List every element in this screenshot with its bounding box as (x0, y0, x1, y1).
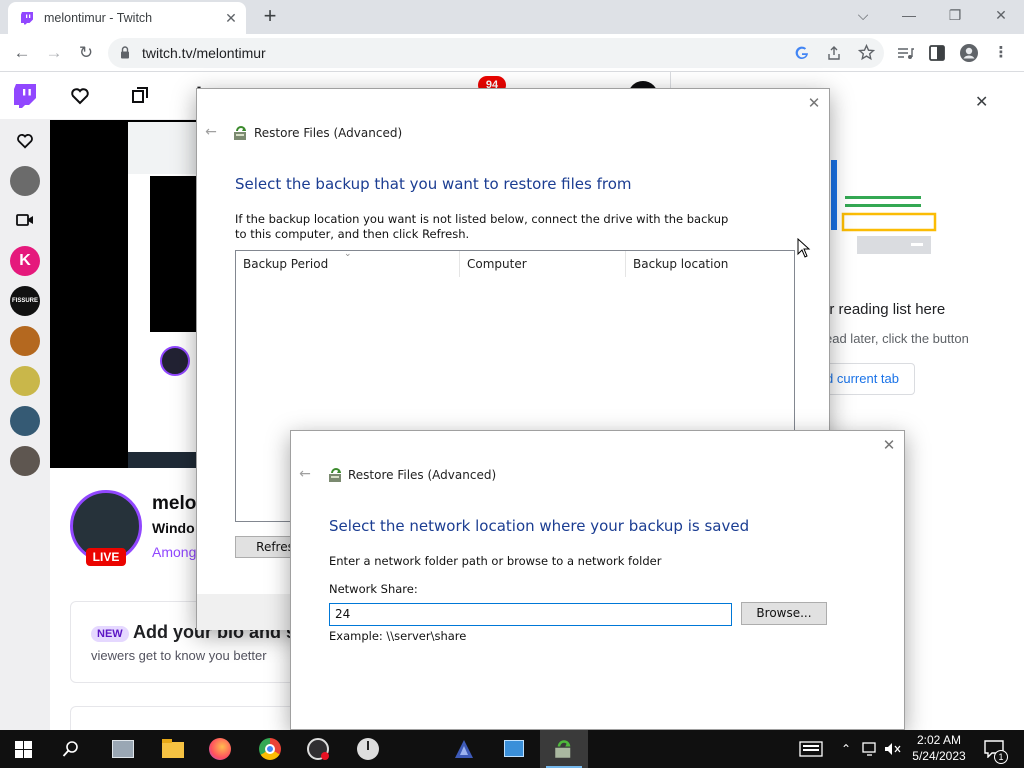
browse-button[interactable]: Browse... (741, 602, 827, 625)
twitch-logo-icon[interactable] (13, 83, 37, 109)
bookmark-star-icon[interactable] (858, 44, 875, 61)
stream-category-link[interactable]: Among (152, 544, 196, 560)
taskbar-app-backup-icon[interactable] (540, 730, 588, 768)
start-windows-icon[interactable] (15, 741, 32, 758)
sidebar-video-icon[interactable] (16, 212, 34, 228)
channel-avatar[interactable]: FISSURE (10, 286, 40, 316)
search-icon[interactable] (62, 740, 80, 758)
profile-avatar-icon[interactable] (958, 42, 980, 64)
taskbar-app-obs-icon[interactable] (294, 730, 342, 768)
tab-search-icon[interactable]: ⌵ (840, 0, 886, 30)
reading-list-title: ur reading list here (821, 301, 946, 318)
taskbar-app-firefox-icon[interactable] (196, 730, 244, 768)
keyboard-icon[interactable] (799, 741, 823, 757)
dialog-close-icon[interactable]: ✕ (878, 434, 900, 456)
address-bar[interactable]: twitch.tv/melontimur (108, 38, 884, 68)
reading-list-description: ead later, click the button (825, 331, 969, 346)
channel-avatar[interactable]: K (10, 246, 40, 276)
dialog-instruction: Enter a network folder path or browse to… (329, 554, 662, 568)
channel-avatar[interactable] (10, 166, 40, 196)
sort-chevron-icon: ⌄ (344, 249, 352, 259)
taskbar-app-triangle-icon[interactable] (440, 730, 488, 768)
google-lens-icon[interactable] (794, 45, 810, 61)
browser-tab[interactable]: melontimur - Twitch ✕ (8, 2, 246, 34)
sidebar-heart-icon[interactable] (16, 132, 34, 150)
taskbar-app-control-panel-icon[interactable] (490, 730, 538, 768)
stream-title: Windo (152, 520, 195, 536)
dialog-heading: Select the backup that you want to resto… (235, 175, 632, 193)
reload-icon[interactable]: ↻ (73, 41, 99, 65)
dialog-title: Restore Files (Advanced) (254, 126, 403, 140)
tab-close-icon[interactable]: ✕ (222, 9, 240, 27)
network-share-label: Network Share: (329, 582, 418, 596)
dialog-title: Restore Files (Advanced) (348, 468, 497, 482)
dialog-heading: Select the network location where your b… (329, 517, 750, 535)
tab-strip: melontimur - Twitch ✕ + ⌵ — ❐ ✕ (0, 0, 1024, 34)
taskbar-app-explorer-icon[interactable] (98, 730, 146, 768)
dialog-back-icon[interactable]: ← (201, 122, 221, 142)
side-panel-icon[interactable] (926, 42, 948, 64)
back-arrow-icon[interactable]: ← (9, 41, 35, 65)
live-badge: LIVE (86, 548, 126, 566)
browser-toolbar: ← → ↻ twitch.tv/melontimur ⋮ (0, 34, 1024, 72)
dialog-back-icon[interactable]: ← (295, 464, 315, 484)
following-heart-icon[interactable] (70, 86, 90, 106)
taskbar-date[interactable]: 5/24/2023 (906, 749, 972, 763)
taskbar-time[interactable]: 2:02 AM (906, 733, 972, 747)
taskbar: ⌃ 2:02 AM 5/24/2023 1 (0, 730, 1024, 768)
network-icon[interactable] (862, 742, 880, 756)
dialog-instruction: If the backup location you want is not l… (235, 212, 729, 241)
notification-count-badge: 1 (994, 750, 1008, 764)
reading-list-illustration (831, 160, 937, 254)
new-badge: NEW (91, 626, 129, 642)
taskbar-app-folder-icon[interactable] (148, 730, 196, 768)
backup-restore-icon (329, 468, 341, 482)
url-text: twitch.tv/melontimur (142, 45, 266, 61)
close-window-button[interactable]: ✕ (978, 0, 1024, 30)
minimize-button[interactable]: — (886, 0, 932, 30)
taskbar-app-chrome-icon[interactable] (246, 730, 294, 768)
twitch-favicon-icon (21, 12, 33, 25)
example-hint: Example: \\server\share (329, 629, 467, 643)
column-header-backup-location[interactable]: Backup location (626, 251, 792, 277)
network-location-dialog: ✕ ← Restore Files (Advanced) Select the … (290, 430, 905, 730)
stream-content (128, 122, 198, 468)
chrome-menu-icon[interactable]: ⋮ (990, 42, 1012, 64)
channel-avatar[interactable] (10, 366, 40, 396)
network-share-input[interactable]: 24 (329, 603, 732, 626)
media-controls-icon[interactable] (894, 42, 916, 64)
tab-title: melontimur - Twitch (44, 11, 153, 25)
twitch-sidebar: K FISSURE (0, 120, 50, 730)
column-header-computer[interactable]: Computer (460, 251, 626, 277)
channel-avatar[interactable] (10, 406, 40, 436)
restore-button[interactable]: ❐ (932, 0, 978, 30)
dialog-close-icon[interactable]: ✕ (803, 92, 825, 114)
show-hidden-icons-chevron-icon[interactable]: ⌃ (838, 730, 854, 768)
channel-avatar[interactable] (10, 326, 40, 356)
browse-icon[interactable] (131, 86, 149, 104)
bio-card-subtitle: viewers get to know you better (91, 648, 267, 663)
mouse-cursor-icon (797, 238, 811, 258)
new-tab-button[interactable]: + (258, 4, 282, 28)
backup-restore-icon (234, 126, 246, 140)
volume-muted-icon[interactable] (884, 742, 902, 756)
lock-icon (121, 46, 129, 59)
close-panel-icon[interactable]: ✕ (975, 92, 988, 112)
share-icon[interactable] (826, 45, 842, 61)
forward-arrow-icon[interactable]: → (41, 41, 67, 65)
channel-avatar[interactable] (10, 446, 40, 476)
taskbar-app-clock-icon[interactable] (344, 730, 392, 768)
